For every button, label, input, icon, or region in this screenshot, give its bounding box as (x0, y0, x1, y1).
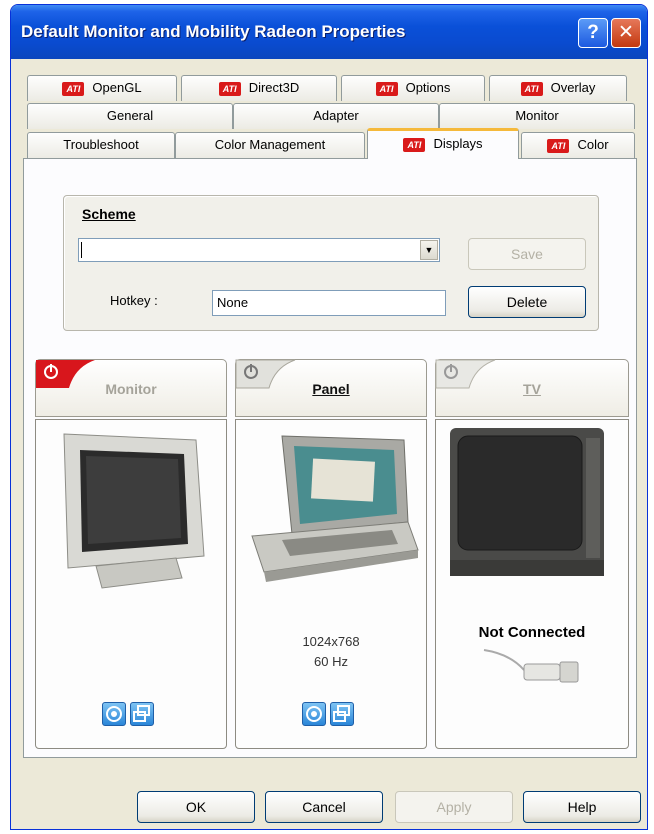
ati-logo-icon: ATI (375, 81, 398, 96)
tab-label: Displays (433, 136, 483, 151)
tab-displays[interactable]: ATI Displays (367, 128, 519, 159)
ati-logo-icon: ATI (520, 81, 543, 96)
delete-button[interactable]: Delete (468, 286, 586, 318)
help-button[interactable]: Help (523, 791, 641, 823)
tab-label: Monitor (515, 108, 559, 123)
scheme-label-text: Scheme (82, 206, 136, 222)
panel-display-label: Panel (236, 381, 426, 397)
title-bar[interactable]: Default Monitor and Mobility Radeon Prop… (11, 5, 647, 59)
tv-display-tab[interactable]: TV (435, 359, 629, 417)
tab-options[interactable]: ATI Options (341, 75, 485, 101)
tab-label: General (106, 108, 154, 123)
tab-overlay[interactable]: ATI Overlay (489, 75, 627, 101)
cancel-button[interactable]: Cancel (265, 791, 383, 823)
tv-icon (450, 428, 604, 576)
ok-button[interactable]: OK (137, 791, 255, 823)
tab-adapter[interactable]: Adapter (233, 103, 439, 129)
tab-general[interactable]: General (27, 103, 233, 129)
tab-troubleshoot[interactable]: Troubleshoot (27, 132, 175, 158)
window-title: Default Monitor and Mobility Radeon Prop… (21, 22, 406, 41)
laptop-icon (251, 435, 419, 582)
ati-logo-icon: ATI (218, 81, 241, 96)
cable-icon (483, 649, 579, 683)
panel-display-panel: 1024x768 60 Hz (235, 419, 427, 749)
hotkey-label: Hotkey : (110, 293, 158, 308)
tab-color-management[interactable]: Color Management (175, 132, 365, 158)
tab-monitor[interactable]: Monitor (439, 103, 635, 129)
tab-label: Overlay (550, 80, 596, 95)
properties-dialog: Default Monitor and Mobility Radeon Prop… (10, 4, 648, 830)
ati-logo-icon: ATI (403, 137, 426, 152)
close-button[interactable]: ✕ (611, 18, 641, 48)
text-caret (81, 242, 82, 258)
tab-label: Color (577, 137, 609, 152)
panel-refresh-rate: 60 Hz (314, 654, 348, 669)
tv-status: Not Connected (478, 624, 586, 641)
scheme-label: Scheme (82, 206, 136, 222)
panel-resolution: 1024x768 (302, 634, 360, 649)
tv-display-panel: Not Connected (435, 419, 629, 749)
primary-display-icon[interactable] (102, 702, 126, 726)
tab-label: Troubleshoot (63, 137, 139, 152)
monitor-display-panel (35, 419, 227, 749)
tab-label: OpenGL (92, 80, 142, 95)
apply-button[interactable]: Apply (395, 791, 513, 823)
scheme-dropdown[interactable]: ▼ (78, 238, 440, 262)
clone-display-icon[interactable] (130, 702, 154, 726)
tab-direct3d[interactable]: ATI Direct3D (181, 75, 337, 101)
primary-display-icon[interactable] (302, 702, 326, 726)
tab-label: Color Management (214, 137, 326, 152)
tv-display-label-text: TV (523, 381, 541, 397)
panel-display-tab[interactable]: Panel (235, 359, 427, 417)
panel-display-label-text: Panel (312, 381, 350, 397)
tab-label: Adapter (313, 108, 359, 123)
hotkey-input[interactable]: None (212, 290, 446, 316)
monitor-display-label: Monitor (105, 381, 157, 397)
scheme-group: Scheme ▼ Save Hotkey : None Delete (63, 195, 599, 331)
help-title-button[interactable]: ? (578, 18, 608, 48)
crt-monitor-icon (63, 433, 205, 589)
tab-label: Direct3D (248, 80, 300, 95)
tv-display-label: TV (436, 381, 628, 397)
monitor-display-tab[interactable]: Monitor (35, 359, 227, 417)
tab-color[interactable]: ATI Color (521, 132, 635, 158)
save-button[interactable]: Save (468, 238, 586, 270)
tab-opengl[interactable]: ATI OpenGL (27, 75, 177, 101)
chevron-down-icon[interactable]: ▼ (420, 240, 438, 260)
ati-logo-icon: ATI (547, 138, 570, 153)
clone-display-icon[interactable] (330, 702, 354, 726)
tab-label: Options (405, 80, 451, 95)
ati-logo-icon: ATI (62, 81, 85, 96)
